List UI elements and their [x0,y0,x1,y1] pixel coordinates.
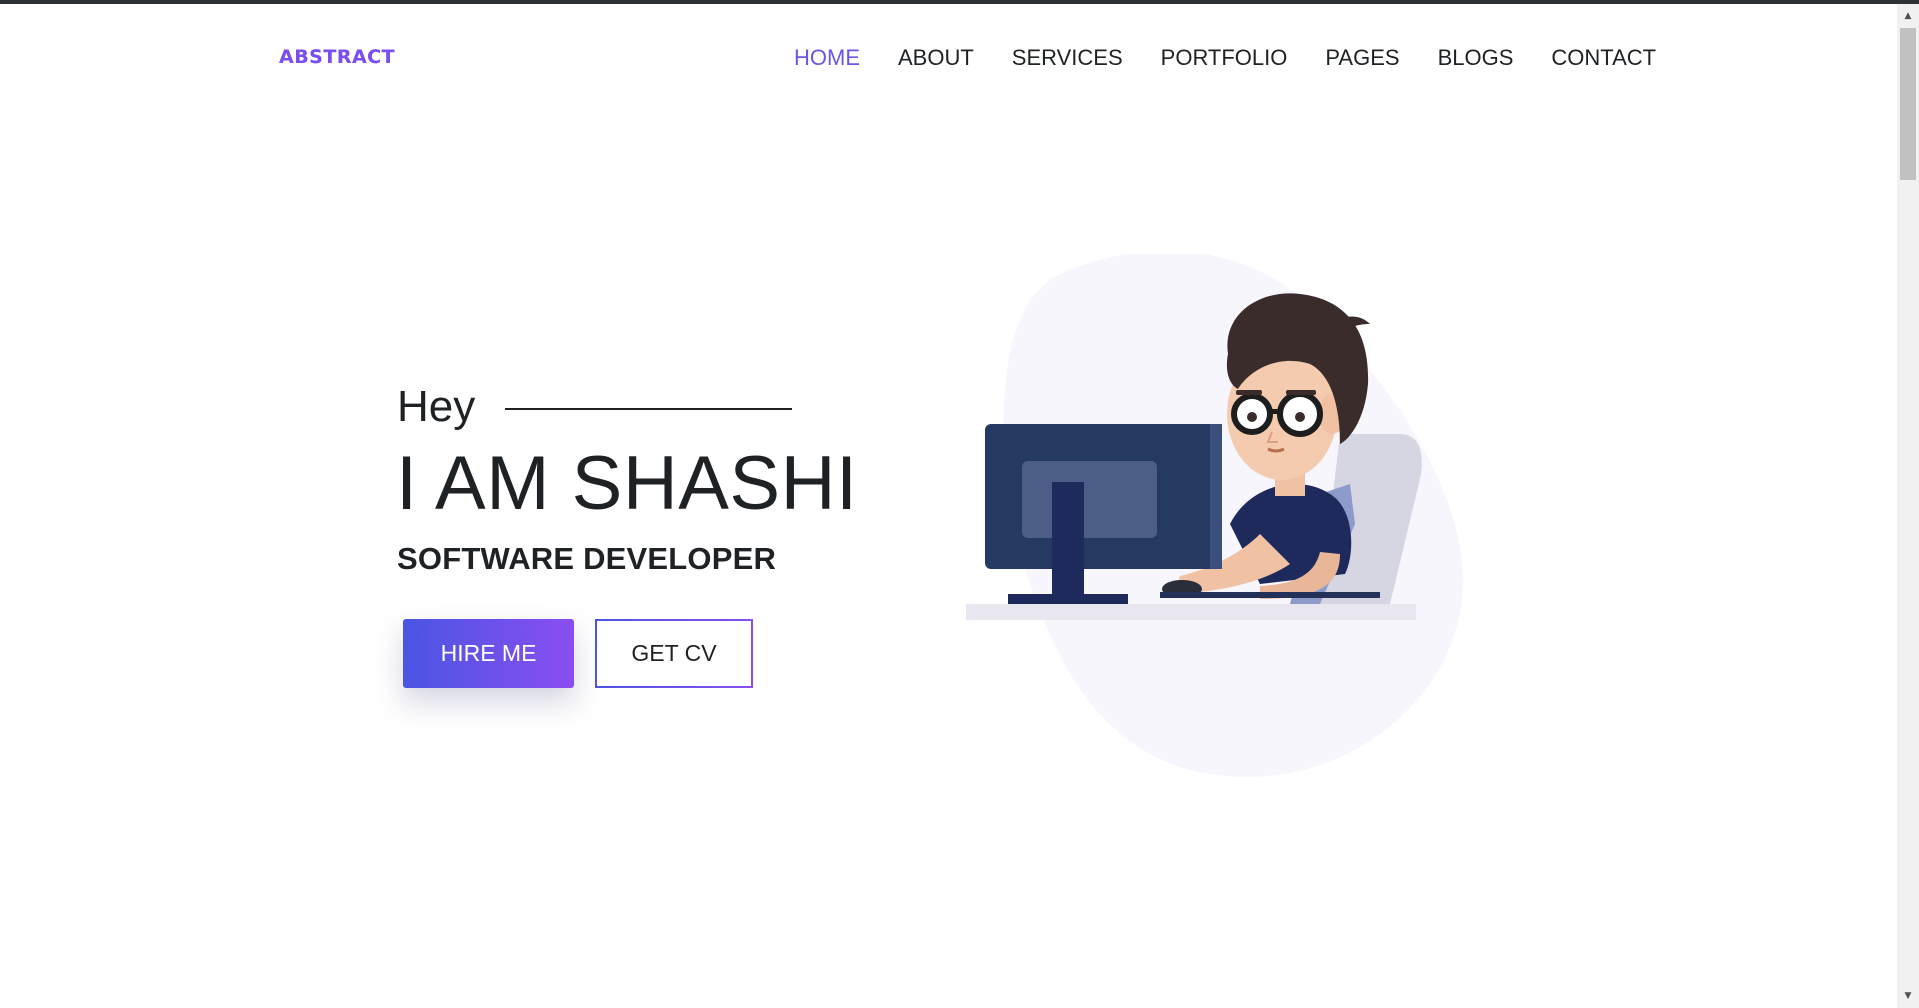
nav-item-home[interactable]: HOME [794,44,860,72]
nav-item-pages[interactable]: PAGES [1325,44,1399,72]
nav-item-blogs[interactable]: BLOGS [1438,44,1514,72]
scroll-down-arrow-icon[interactable]: ▼ [1897,986,1919,1006]
nav-item-contact[interactable]: CONTACT [1551,44,1656,72]
developer-at-computer-icon [966,250,1464,778]
hero-role: SOFTWARE DEVELOPER [397,541,777,576]
site-logo[interactable]: ABSTRACT [279,46,395,68]
developer-illustration [960,250,1520,784]
page: ABSTRACT HOME ABOUT SERVICES PORTFOLIO P… [0,4,1897,1008]
scroll-up-arrow-icon[interactable]: ▲ [1897,6,1919,26]
nav-item-services[interactable]: SERVICES [1012,44,1123,72]
scrollbar-thumb[interactable] [1900,28,1916,180]
get-cv-button[interactable]: GET CV [595,619,753,688]
greeting-divider [505,408,793,410]
vertical-scrollbar[interactable]: ▲ ▼ [1897,4,1919,1008]
greeting-row: Hey [397,382,793,432]
hire-me-button[interactable]: HIRE ME [403,619,574,688]
hero-name: I AM SHASHI [396,441,858,526]
nav-item-portfolio[interactable]: PORTFOLIO [1161,44,1288,72]
greeting-text: Hey [397,382,476,431]
nav-item-about[interactable]: ABOUT [898,44,974,72]
main-nav: HOME ABOUT SERVICES PORTFOLIO PAGES BLOG… [794,44,1656,72]
